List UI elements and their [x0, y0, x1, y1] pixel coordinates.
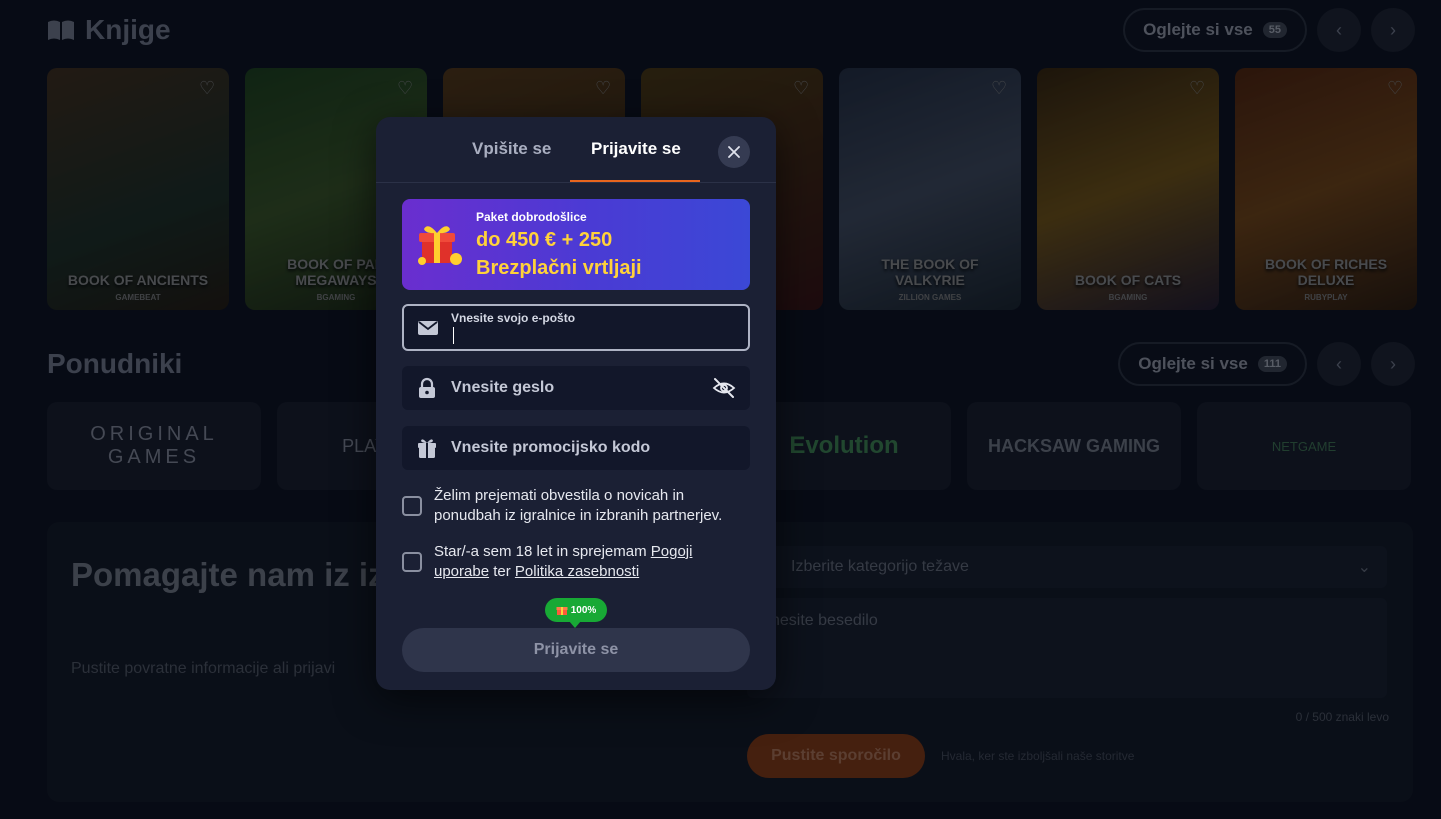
terms-text: Star/-a sem 18 let in sprejemam Pogoji u…: [434, 543, 693, 580]
auth-tabs: Vpišite se Prijavite se: [376, 117, 776, 183]
eye-off-icon[interactable]: [712, 377, 736, 399]
email-field[interactable]: Vnesite svojo e-pošto: [402, 304, 750, 351]
login-modal: Vpišite se Prijavite se Paket dobrodošli…: [376, 117, 776, 690]
text-caret: [453, 327, 454, 344]
promo-placeholder: Vnesite promocijsko kodo: [451, 439, 651, 456]
terms-checkbox[interactable]: [402, 552, 422, 572]
bonus-spins: Brezplačni vrtljaji: [476, 257, 642, 279]
newsletter-checkbox[interactable]: [402, 496, 422, 516]
password-placeholder: Vnesite geslo: [451, 379, 555, 396]
terms-consent: Star/-a sem 18 let in sprejemam Pogoji u…: [402, 542, 750, 582]
welcome-bonus-banner: Paket dobrodošlice do 450 € + 250 Brezpl…: [402, 199, 750, 290]
tab-login[interactable]: Prijavite se: [591, 139, 681, 159]
password-field[interactable]: Vnesite geslo: [402, 366, 750, 410]
tab-signup[interactable]: Vpišite se: [472, 139, 551, 159]
active-tab-indicator: [570, 180, 700, 182]
gift-small-icon: [418, 439, 436, 458]
progress-badge: 100%: [545, 598, 607, 628]
bonus-label: Paket dobrodošlice: [476, 210, 587, 224]
gift-icon: [418, 226, 462, 265]
privacy-link[interactable]: Politika zasebnosti: [515, 563, 639, 580]
close-button[interactable]: [718, 136, 750, 168]
promo-code-field[interactable]: Vnesite promocijsko kodo: [402, 426, 750, 470]
login-submit-button[interactable]: Prijavite se: [402, 628, 750, 672]
newsletter-consent: Želim prejemati obvestila o novicah in p…: [402, 486, 750, 526]
lock-icon: [419, 377, 435, 398]
email-label: Vnesite svojo e-pošto: [451, 311, 576, 325]
bonus-amount: do 450 € + 250: [476, 229, 613, 251]
close-icon: [728, 146, 740, 158]
gift-badge-icon: [556, 607, 568, 615]
newsletter-text: Želim prejemati obvestila o novicah in p…: [434, 487, 723, 524]
mail-icon: [418, 320, 438, 335]
